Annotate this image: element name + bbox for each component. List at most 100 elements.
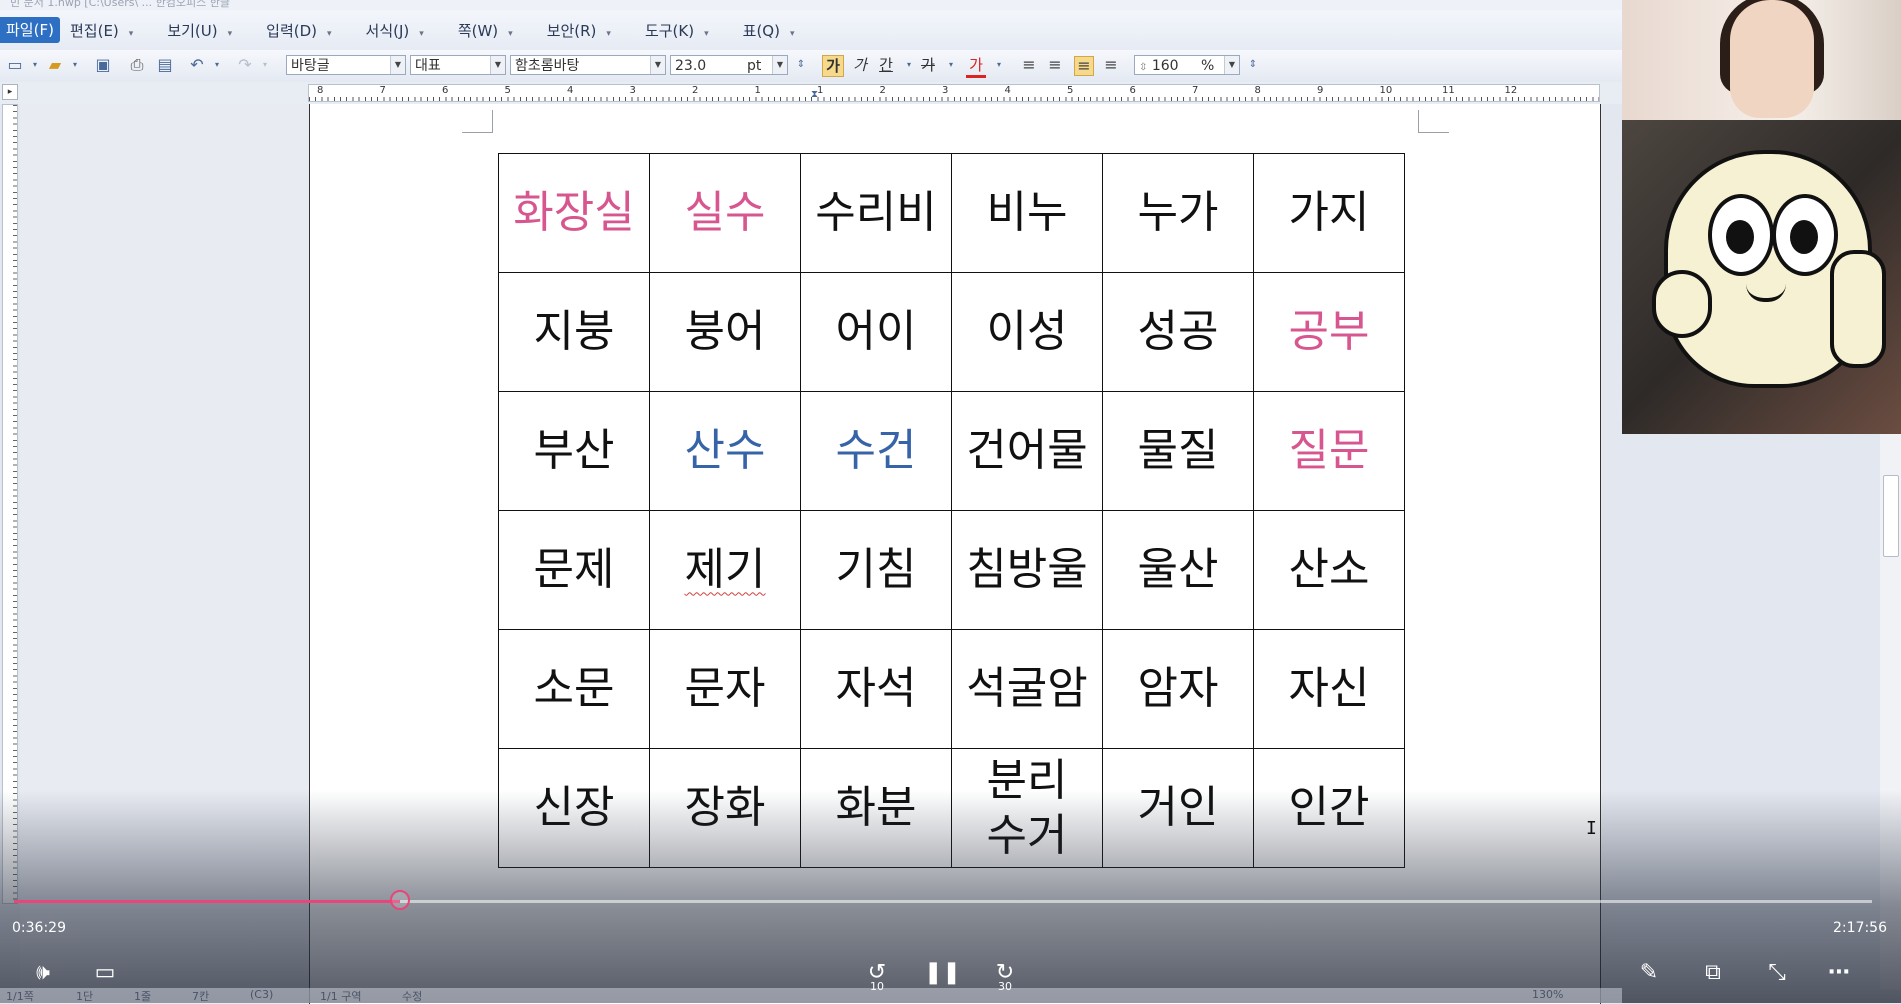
table-cell[interactable]: 문자 xyxy=(649,629,801,749)
open-folder-icon[interactable]: ▰ xyxy=(46,56,64,74)
table-cell[interactable]: 이성 xyxy=(951,272,1103,392)
font-size-stepper[interactable]: ⇕ xyxy=(792,56,810,74)
underline-dropdown-icon[interactable]: ▾ xyxy=(900,56,918,74)
mascot-smile xyxy=(1746,284,1786,302)
undo-icon[interactable]: ↶ xyxy=(188,56,206,74)
justify-icon[interactable]: ≡ xyxy=(1020,56,1038,74)
table-cell[interactable]: 실수 xyxy=(649,153,801,273)
rewind-button[interactable]: ↺ 10 xyxy=(860,958,894,993)
table-cell[interactable]: 기침 xyxy=(800,510,952,630)
table-cell[interactable]: 물질 xyxy=(1102,391,1254,511)
table-cell[interactable]: 화장실 xyxy=(498,153,650,273)
pen-icon[interactable]: ✎ xyxy=(1632,958,1666,988)
font-color-button[interactable]: 가 xyxy=(966,55,986,78)
zoom-level[interactable]: 130% xyxy=(1532,988,1563,1001)
menu-item[interactable]: 보기(U) ▾ xyxy=(167,20,232,41)
ruler-number: 3 xyxy=(942,85,949,96)
table-cell[interactable]: 제기 xyxy=(649,510,801,630)
table-cell[interactable]: 어이 xyxy=(800,272,952,392)
new-document-icon[interactable]: ▭ xyxy=(6,56,24,74)
menu-item[interactable]: 입력(D) ▾ xyxy=(266,20,331,41)
window-title: 빈 문서 1.hwp [C:\Users\ ... 한컴오피스 한글 xyxy=(10,0,231,9)
strike-dropdown-icon[interactable]: ▾ xyxy=(942,56,960,74)
cell-word: 암자 xyxy=(1137,662,1219,714)
italic-button[interactable]: 가 xyxy=(850,55,870,75)
chevron-down-icon: ▾ xyxy=(227,28,233,39)
table-cell[interactable]: 자신 xyxy=(1253,629,1405,749)
cell-word: 어이 xyxy=(835,305,917,357)
table-cell[interactable]: 수리비 xyxy=(800,153,952,273)
margin-corner-mark xyxy=(462,110,493,133)
menu-item[interactable]: 표(Q) ▾ xyxy=(743,20,795,41)
style-select[interactable]: 바탕글 ▼ xyxy=(286,55,406,75)
font-select[interactable]: 함초롬바탕 ▼ xyxy=(510,55,666,75)
horizontal-ruler[interactable]: ⧗ 8 7 6 5 4 3 2 1 1 2 3 4 5 6 7 8 9 10 11 12 xyxy=(308,84,1600,102)
menu-item[interactable]: 보안(R) ▾ xyxy=(547,20,611,41)
open-dropdown-icon[interactable]: ▾ xyxy=(66,56,84,74)
line-spacing-stepper[interactable]: ⇕ xyxy=(1244,56,1262,74)
forward-button[interactable]: ↻ 30 xyxy=(988,958,1022,993)
table-cell[interactable]: 산소 xyxy=(1253,510,1405,630)
table-cell[interactable]: 자석 xyxy=(800,629,952,749)
mini-player-icon[interactable]: ⧉ xyxy=(1696,958,1730,988)
table-cell[interactable]: 공부 xyxy=(1253,272,1405,392)
line-spacing-input[interactable]: ⇳ 160 % ▼ xyxy=(1134,55,1240,75)
menu-file[interactable]: 파일(F) xyxy=(0,17,60,43)
print-icon[interactable]: ⎙ xyxy=(128,56,146,74)
more-options-icon[interactable]: ⋯ xyxy=(1822,958,1856,988)
align-center-icon[interactable]: ≡ xyxy=(1074,56,1094,76)
font-size-input[interactable]: 23.0 pt ▼ xyxy=(670,55,788,75)
menu-item[interactable]: 도구(K) ▾ xyxy=(645,20,709,41)
cell-word: 울산 xyxy=(1137,543,1219,595)
pause-button[interactable]: ❚❚ xyxy=(924,958,961,988)
strikethrough-button[interactable]: 가 xyxy=(918,55,938,75)
progress-knob[interactable] xyxy=(389,890,410,910)
menu-item[interactable]: 편집(E) ▾ xyxy=(70,20,133,41)
ruler-number: 2 xyxy=(879,85,886,96)
table-cell[interactable]: 소문 xyxy=(498,629,650,749)
menu-item[interactable]: 서식(J) ▾ xyxy=(366,20,424,41)
status-item: 1/1 구역 xyxy=(320,990,362,1003)
table-cell[interactable]: 부산 xyxy=(498,391,650,511)
font-color-dropdown-icon[interactable]: ▾ xyxy=(990,56,1008,74)
align-left-icon[interactable]: ≡ xyxy=(1046,56,1064,74)
table-cell[interactable]: 누가 xyxy=(1102,153,1254,273)
table-cell[interactable]: 산수 xyxy=(649,391,801,511)
exit-fullscreen-icon[interactable]: ⤡ xyxy=(1760,958,1794,988)
table-cell[interactable]: 지붕 xyxy=(498,272,650,392)
redo-dropdown-icon[interactable]: ▾ xyxy=(256,56,274,74)
table-cell[interactable]: 질문 xyxy=(1253,391,1405,511)
print-preview-icon[interactable]: ▤ xyxy=(156,56,174,74)
save-icon[interactable]: ▣ xyxy=(94,56,112,74)
table-cell[interactable]: 건어물 xyxy=(951,391,1103,511)
word-chain-table[interactable]: 화장실 실수 수리비 비누 누가 가지지붕 붕어 어이 이성 성공 공부부산 산수 수건 건어물 물질 질문문… xyxy=(498,153,1405,868)
new-document-dropdown-icon[interactable]: ▾ xyxy=(26,56,44,74)
table-cell[interactable]: 수건 xyxy=(800,391,952,511)
align-right-icon[interactable]: ≡ xyxy=(1102,56,1120,74)
current-time: 0:36:29 xyxy=(12,920,66,936)
underline-button[interactable]: 간 xyxy=(876,55,896,75)
redo-icon[interactable]: ↷ xyxy=(236,56,254,74)
captions-icon[interactable]: ▭ xyxy=(88,958,122,988)
table-cell[interactable]: 암자 xyxy=(1102,629,1254,749)
vertical-ruler[interactable] xyxy=(2,104,18,904)
ruler-number: 5 xyxy=(504,85,511,96)
ruler-toggle-icon[interactable]: ▸ xyxy=(2,84,18,100)
ruler-number: 4 xyxy=(1004,85,1011,96)
scrollbar-thumb[interactable] xyxy=(1883,475,1899,557)
cell-word: 지붕 xyxy=(533,305,615,357)
table-cell[interactable]: 비누 xyxy=(951,153,1103,273)
table-cell[interactable]: 침방울 xyxy=(951,510,1103,630)
table-cell[interactable]: 붕어 xyxy=(649,272,801,392)
menu-item[interactable]: 쪽(W) ▾ xyxy=(458,20,513,41)
table-cell[interactable]: 성공 xyxy=(1102,272,1254,392)
cell-word: 문자 xyxy=(684,662,766,714)
table-cell[interactable]: 가지 xyxy=(1253,153,1405,273)
volume-icon[interactable]: 🕪 xyxy=(26,958,60,988)
table-cell[interactable]: 석굴암 xyxy=(951,629,1103,749)
language-select[interactable]: 대표 ▼ xyxy=(410,55,506,75)
bold-button[interactable]: 가 xyxy=(822,55,844,77)
table-cell[interactable]: 울산 xyxy=(1102,510,1254,630)
undo-dropdown-icon[interactable]: ▾ xyxy=(208,56,226,74)
table-cell[interactable]: 문제 xyxy=(498,510,650,630)
